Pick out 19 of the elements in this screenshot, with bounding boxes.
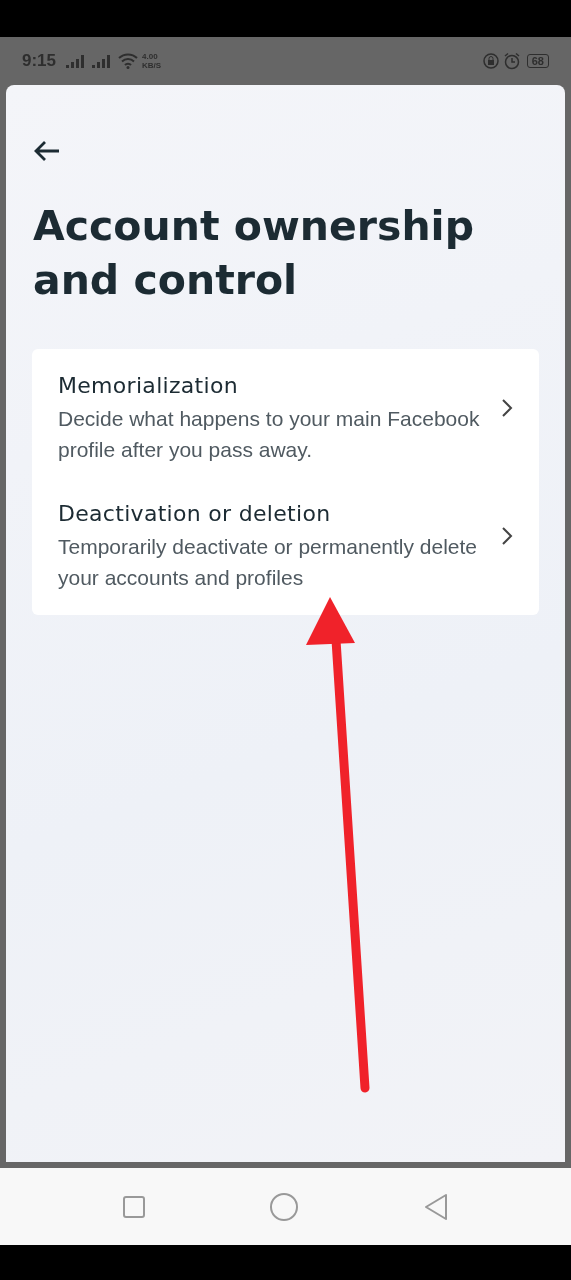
settings-option[interactable]: Deactivation or deletion Temporarily deactivate or permanently delete your accounts and profiles — [32, 499, 539, 593]
square-icon[interactable] — [121, 1194, 146, 1219]
battery-level: 68 — [526, 54, 549, 68]
wifi-icon — [118, 53, 139, 69]
lock-icon — [482, 53, 499, 69]
option-description: Temporarily deactivate or permanently delete your accounts and profiles — [58, 534, 479, 591]
settings-option[interactable]: Memorialization Decide what happens to your main Facebook profile after you pass away. — [32, 371, 539, 465]
chevron-right-icon[interactable] — [501, 398, 513, 418]
page-title: Account ownership and control — [33, 201, 475, 306]
alarm-icon — [502, 52, 521, 70]
clock-time: 9:15 — [22, 51, 57, 71]
option-description: Decide what happens to your main Facebook profile after you pass away. — [58, 406, 481, 463]
option-title: Deactivation or deletion — [58, 500, 332, 528]
chevron-right-icon[interactable] — [501, 526, 513, 546]
home-icon[interactable] — [269, 1191, 300, 1222]
speed-unit: KB/S — [142, 61, 162, 70]
option-title: Memorialization — [58, 372, 239, 400]
back-icon[interactable] — [423, 1192, 450, 1221]
back-arrow-icon[interactable] — [33, 139, 61, 163]
